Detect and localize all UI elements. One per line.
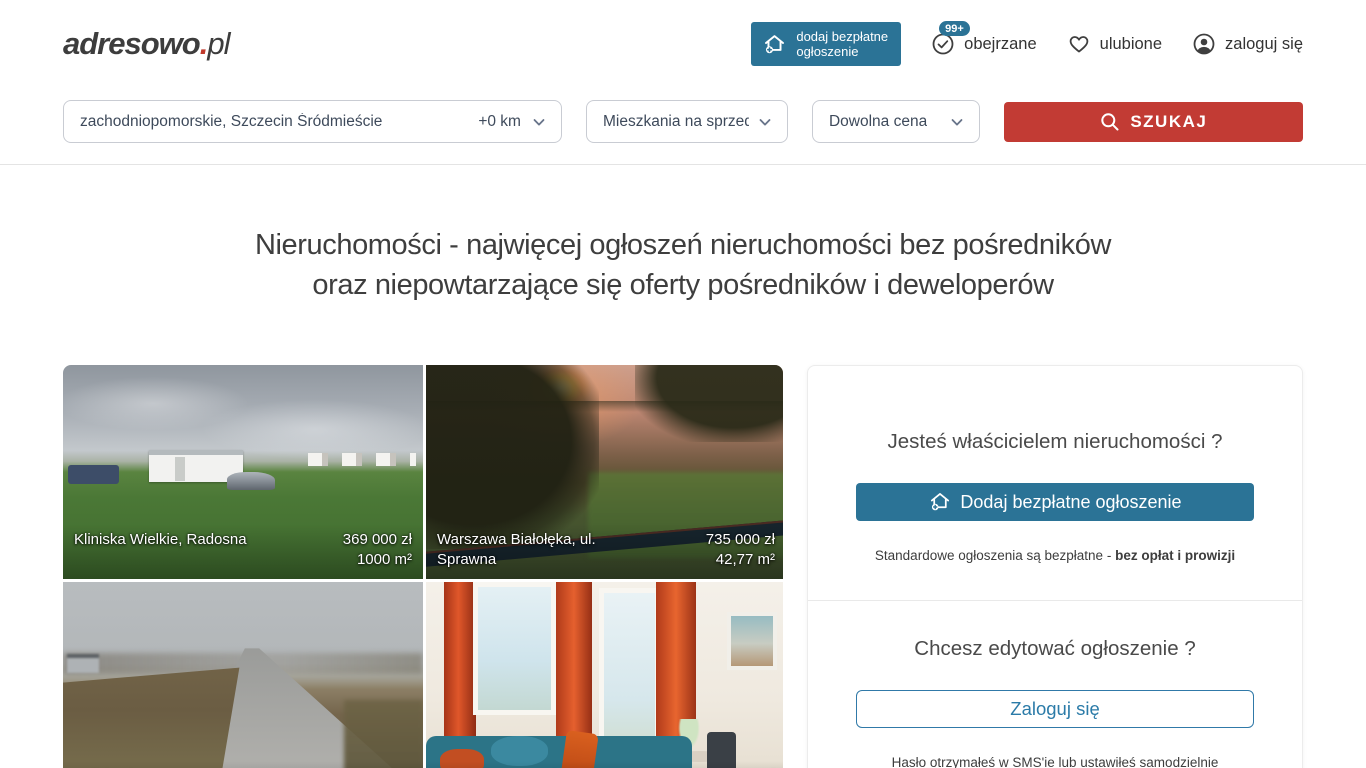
top-bar: adresowo.pl dodaj bezpłatne ogłoszenie 9… [0,0,1366,88]
listing-caption: Władysławowo, ul. 514 000 zł [426,761,783,768]
search-icon [1099,111,1121,133]
listing-grid: Kliniska Wielkie, Radosna 369 000 zł 100… [63,365,783,768]
edit-panel: Chcesz edytować ogłoszenie ? Zaloguj się… [856,601,1254,768]
listing-photo-road [63,582,423,768]
listing-price: 735 000 zł [706,530,775,550]
price-select[interactable]: Dowolna cena [812,100,980,143]
favorites-label: ulubione [1100,35,1162,54]
edit-panel-note: Hasło otrzymałeś w SMS'ie lub ustawiłeś … [856,755,1254,768]
listing-numbers: 369 000 zł 1000 m² [343,530,412,570]
page-title: Nieruchomości - najwięcej ogłoszeń nieru… [0,225,1366,305]
sidebar-login-button[interactable]: Zaloguj się [856,690,1254,728]
listing-card[interactable]: Władysławowo, ul. 514 000 zł [426,582,783,768]
listing-card[interactable]: Warszawa Białołęka, ul. Sprawna 735 000 … [426,365,783,579]
page-title-line1: Nieruchomości - najwięcej ogłoszeń nieru… [0,225,1366,265]
search-button[interactable]: SZUKAJ [1004,102,1303,142]
listing-photo-interior [426,582,783,768]
listing-card[interactable]: Felicjanów 970 000 zł [63,582,423,768]
chevron-down-icon [949,114,965,130]
edit-panel-title: Chcesz edytować ogłoszenie ? [856,637,1254,661]
login-link[interactable]: zaloguj się [1192,32,1303,56]
header-divider [0,164,1366,165]
category-select[interactable]: Mieszkania na sprzeda [586,100,788,143]
house-add-icon [762,32,787,57]
category-value: Mieszkania na sprzeda [603,113,749,131]
sidebar-add-listing-button[interactable]: Dodaj bezpłatne ogłoszenie [856,483,1254,521]
viewed-link[interactable]: 99+ obejrzane [931,32,1036,56]
login-label: zaloguj się [1225,35,1303,54]
sidebar-add-listing-label: Dodaj bezpłatne ogłoszenie [960,492,1181,513]
owner-panel: Jesteś właścicielem nieruchomości ? Doda… [807,365,1303,768]
add-listing-button[interactable]: dodaj bezpłatne ogłoszenie [751,22,901,66]
listing-area: 42,77 m² [706,550,775,570]
listing-price: 369 000 zł [343,530,412,550]
chevron-down-icon [757,114,773,130]
logo-tld: pl [207,26,229,61]
listing-caption: Warszawa Białołęka, ul. Sprawna 735 000 … [426,524,783,579]
main-content: Kliniska Wielkie, Radosna 369 000 zł 100… [0,365,1366,768]
add-listing-label: dodaj bezpłatne ogłoszenie [796,29,888,59]
listing-caption: Kliniska Wielkie, Radosna 369 000 zł 100… [63,524,423,579]
search-bar: zachodniopomorskie, Szczecin Śródmieście… [0,100,1366,143]
listing-location: Kliniska Wielkie, Radosna [74,530,247,550]
radius-value: +0 km [478,113,521,131]
viewed-label: obejrzane [964,35,1036,54]
user-circle-icon [1192,32,1216,56]
listing-area: 1000 m² [343,550,412,570]
house-add-icon [928,490,952,514]
price-value: Dowolna cena [829,113,927,131]
viewed-badge: 99+ [939,21,970,36]
logo[interactable]: adresowo.pl [63,26,229,62]
listing-location: Warszawa Białołęka, ul. Sprawna [437,530,632,570]
owner-panel-note: Standardowe ogłoszenia są bezpłatne - be… [856,548,1254,563]
favorites-link[interactable]: ulubione [1067,32,1162,56]
location-input[interactable]: zachodniopomorskie, Szczecin Śródmieście… [63,100,562,143]
chevron-down-icon [531,114,547,130]
header-actions: dodaj bezpłatne ogłoszenie 99+ obejrzane… [751,22,1303,66]
page-title-line2: oraz niepowtarzające się oferty pośredni… [0,265,1366,305]
listing-caption: Felicjanów 970 000 zł [63,761,423,768]
location-value: zachodniopomorskie, Szczecin Śródmieście [80,113,478,131]
search-button-label: SZUKAJ [1130,112,1207,132]
listing-numbers: 735 000 zł 42,77 m² [706,530,775,570]
owner-panel-title: Jesteś właścicielem nieruchomości ? [856,430,1254,454]
logo-main: adresowo [63,26,200,61]
heart-icon [1067,32,1091,56]
listing-card[interactable]: Kliniska Wielkie, Radosna 369 000 zł 100… [63,365,423,579]
